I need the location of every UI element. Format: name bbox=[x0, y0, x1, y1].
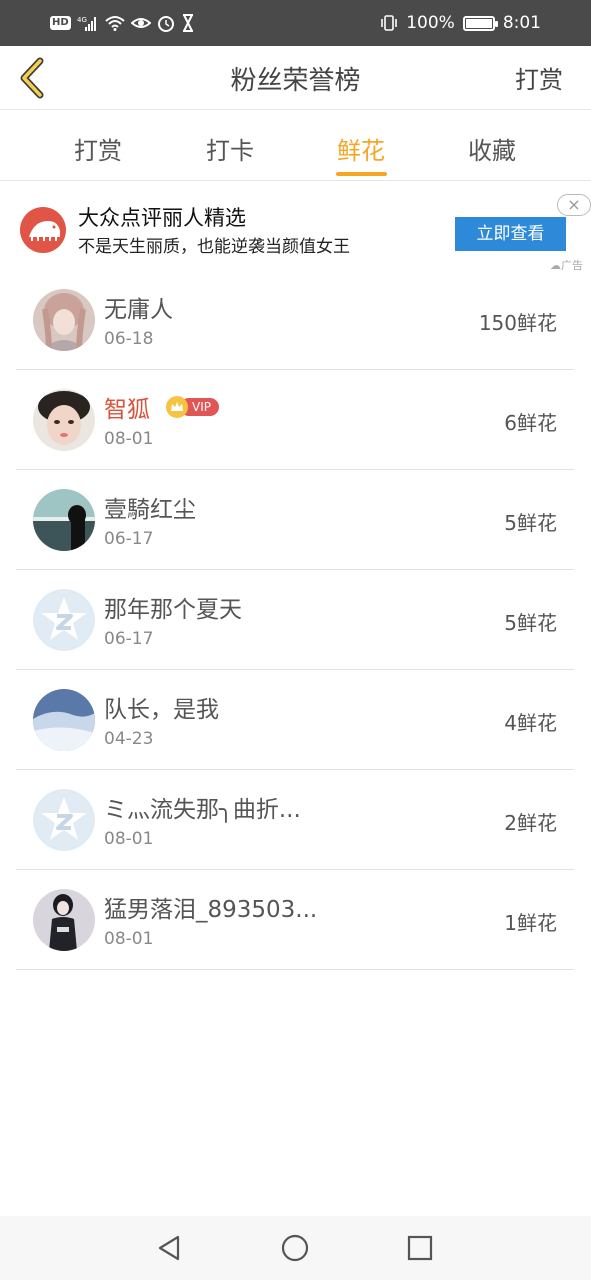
wifi-icon bbox=[105, 16, 125, 31]
date: 06-17 bbox=[104, 629, 154, 649]
crown-icon bbox=[166, 396, 188, 418]
flower-count: 150鲜花 bbox=[478, 311, 557, 335]
date: 08-01 bbox=[104, 429, 154, 449]
date: 06-18 bbox=[104, 329, 154, 349]
user-name: 猛男落泪_893503... bbox=[104, 897, 318, 923]
list-item[interactable]: 壹騎红尘 06-17 5鲜花 bbox=[16, 470, 574, 570]
flower-count: 4鲜花 bbox=[504, 711, 557, 735]
flower-count: 1鲜花 bbox=[504, 911, 557, 935]
eye-icon bbox=[130, 18, 151, 28]
avatar bbox=[33, 289, 95, 351]
avatar bbox=[33, 389, 95, 451]
status-left: HD 4G bbox=[50, 11, 195, 35]
list-item[interactable]: 队长，是我 04-23 4鲜花 bbox=[16, 670, 574, 770]
active-tab-indicator bbox=[336, 172, 387, 176]
ad-close-button[interactable]: × bbox=[557, 194, 591, 216]
tab-bar: 打赏 打卡 鲜花 收藏 bbox=[0, 111, 591, 181]
user-name: 那年那个夏天 bbox=[104, 597, 242, 623]
user-name: 壹騎红尘 bbox=[104, 497, 196, 523]
nav-back-icon[interactable] bbox=[154, 1233, 184, 1263]
header: 粉丝荣誉榜 打赏 bbox=[0, 46, 591, 110]
ad-title: 大众点评丽人精选 bbox=[78, 206, 246, 230]
flower-count: 5鲜花 bbox=[504, 611, 557, 635]
signal-icon: 4G bbox=[77, 16, 96, 31]
hourglass-icon bbox=[182, 14, 193, 32]
battery-icon bbox=[462, 15, 498, 31]
list-item[interactable]: 无庸人 06-18 150鲜花 bbox=[16, 270, 574, 370]
tab-reward[interactable]: 打赏 bbox=[58, 131, 138, 166]
tab-flowers[interactable]: 鲜花 bbox=[321, 131, 401, 166]
system-nav-bar bbox=[0, 1216, 591, 1280]
vip-badge: VIP bbox=[166, 396, 219, 418]
flower-count: 5鲜花 bbox=[504, 511, 557, 535]
user-name: 智狐 bbox=[104, 397, 150, 423]
list-item[interactable]: 那年那个夏天 06-17 5鲜花 bbox=[16, 570, 574, 670]
date: 08-01 bbox=[104, 929, 154, 949]
network-type: 4G bbox=[77, 16, 87, 24]
page-title: 粉丝荣誉榜 bbox=[230, 66, 361, 96]
list-item[interactable]: 智狐 VIP 08-01 6鲜花 bbox=[16, 370, 574, 470]
ad-banner[interactable]: 大众点评丽人精选 不是天生丽质，也能逆袭当颜值女王 立即查看 × ☁广告 bbox=[0, 182, 591, 272]
tab-checkin[interactable]: 打卡 bbox=[190, 131, 270, 166]
list-item[interactable]: 猛男落泪_893503... 08-01 1鲜花 bbox=[16, 870, 574, 970]
leaderboard-list: 无庸人 06-18 150鲜花 智狐 VIP 08-01 6鲜花 壹騎红尘 06… bbox=[16, 270, 574, 970]
user-name: ミ灬流失那╮曲折... bbox=[104, 797, 301, 823]
avatar bbox=[33, 489, 95, 551]
status-right: 100% 8:01 bbox=[380, 11, 541, 35]
alarm-icon bbox=[157, 16, 174, 32]
battery-percent: 100% bbox=[406, 13, 455, 33]
date: 08-01 bbox=[104, 829, 154, 849]
dianping-logo-icon bbox=[20, 207, 66, 253]
ad-description: 不是天生丽质，也能逆袭当颜值女王 bbox=[78, 237, 350, 257]
date: 04-23 bbox=[104, 729, 154, 749]
nav-home-icon[interactable] bbox=[280, 1233, 310, 1263]
ad-view-button[interactable]: 立即查看 bbox=[455, 217, 566, 251]
date: 06-17 bbox=[104, 529, 154, 549]
user-name: 无庸人 bbox=[104, 297, 173, 323]
list-item[interactable]: ミ灬流失那╮曲折... 08-01 2鲜花 bbox=[16, 770, 574, 870]
reward-button[interactable]: 打赏 bbox=[515, 60, 563, 95]
default-avatar-icon bbox=[33, 789, 95, 851]
avatar bbox=[33, 889, 95, 951]
flower-count: 6鲜花 bbox=[504, 411, 557, 435]
user-name: 队长，是我 bbox=[104, 697, 219, 723]
nav-recents-icon[interactable] bbox=[405, 1233, 435, 1263]
status-bar: HD 4G 100% 8:01 bbox=[0, 0, 591, 46]
avatar bbox=[33, 689, 95, 751]
vibrate-icon bbox=[381, 15, 398, 31]
default-avatar-icon bbox=[33, 589, 95, 651]
tab-favorites[interactable]: 收藏 bbox=[452, 131, 532, 166]
hd-badge: HD bbox=[50, 16, 71, 30]
flower-count: 2鲜花 bbox=[504, 811, 557, 835]
clock: 8:01 bbox=[502, 13, 541, 33]
